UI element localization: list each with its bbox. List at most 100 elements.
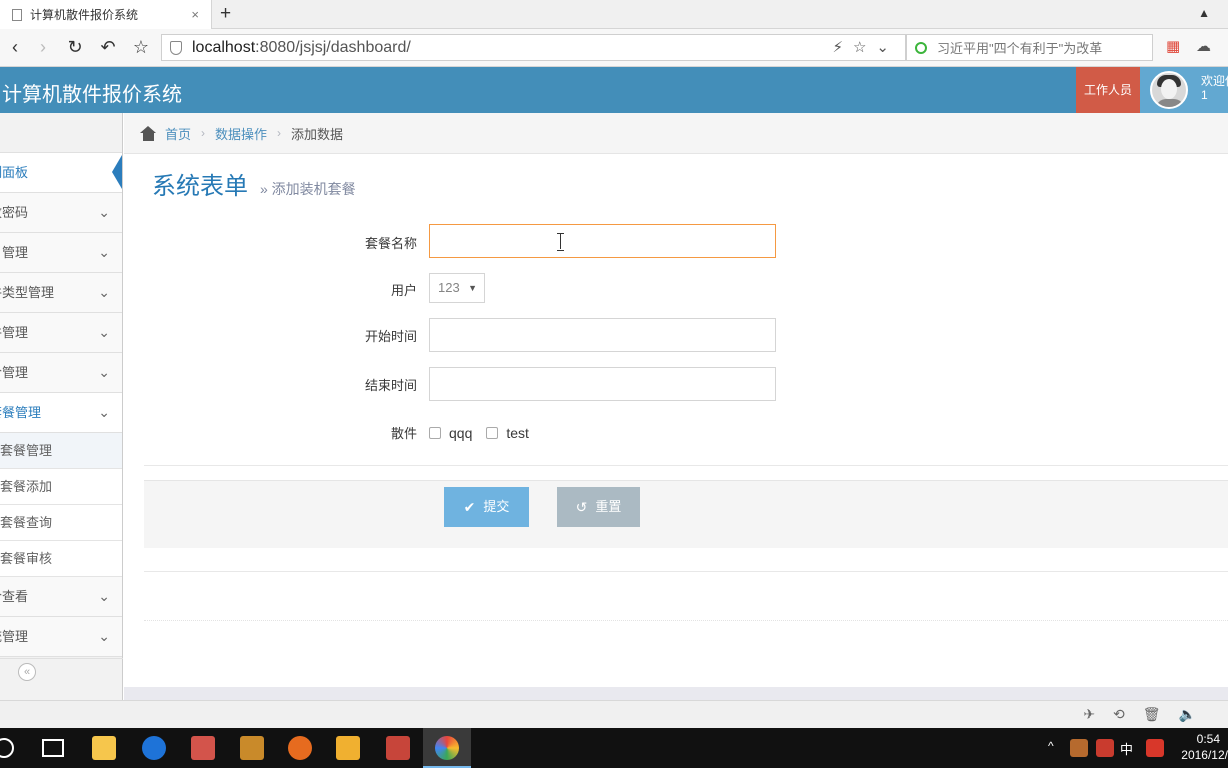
tray-expand-icon[interactable]: ^	[1048, 739, 1054, 753]
user-label: 用户	[390, 283, 417, 298]
form-actions: ✔ 提交 ↺ 重置	[144, 480, 1228, 548]
chevron-down-icon: ⌄	[98, 204, 110, 220]
page-title: 系统表单	[152, 173, 248, 200]
sidebar-item-label: 控制面板	[0, 165, 29, 180]
start-time-label: 开始时间	[364, 329, 417, 344]
welcome-text: 欢迎你 1	[1201, 74, 1228, 102]
ime-indicator[interactable]: 中	[1120, 739, 1133, 758]
chevron-down-icon: ⌄	[98, 404, 110, 420]
breadcrumb-section[interactable]: 数据操作	[215, 124, 267, 143]
forward-icon[interactable]: ›	[32, 36, 54, 58]
address-bar[interactable]: localhost:8080/jsjsj/dashboard/ ⚡☆⌄	[161, 34, 906, 61]
browser-nav-bar: ‹ › ↻ ↶ ☆ localhost:8080/jsjsj/dashboard…	[0, 29, 1228, 67]
app-title[interactable]: 计算机散件报价系统	[2, 78, 182, 107]
sidebar-item-label: 报价查看	[0, 589, 29, 604]
part-option-test[interactable]: test	[486, 425, 529, 441]
sidebar-item-packages[interactable]: 装机套餐管理 ⌄	[0, 393, 122, 433]
search-app-icon[interactable]	[336, 736, 360, 760]
chevron-down-icon: ⌄	[98, 628, 110, 644]
pin-icon[interactable]: ▲	[1198, 6, 1210, 20]
sidebar-subitem-label: 装机套餐审核	[0, 551, 53, 566]
sidebar-shortcuts	[0, 113, 122, 153]
tray-icon[interactable]	[1096, 739, 1114, 757]
part-option-label: qqq	[449, 425, 473, 441]
undo-icon[interactable]: ↶	[97, 36, 119, 58]
firefox-icon[interactable]	[288, 736, 312, 760]
new-tab-button[interactable]: +	[220, 3, 231, 25]
package-name-input[interactable]	[429, 224, 776, 258]
shield-icon	[170, 40, 182, 55]
app-icon[interactable]	[191, 736, 215, 760]
sidebar-subitem-package-review[interactable]: 装机套餐审核	[0, 541, 122, 577]
edge-icon[interactable]	[142, 736, 166, 760]
task-view-icon[interactable]	[42, 739, 64, 757]
user-select[interactable]: 123 ▼	[429, 273, 485, 303]
sidebar-subitem-label: 装机套餐查询	[0, 515, 53, 530]
url-host: localhost	[192, 38, 256, 56]
end-time-label: 结束时间	[364, 378, 417, 393]
chevron-down-icon: ⌄	[98, 588, 110, 604]
breadcrumb-separator: ›	[277, 126, 282, 140]
bookmark-star-icon[interactable]: ☆	[130, 36, 152, 58]
sidebar-item-password[interactable]: 修改密码 ⌄	[0, 193, 122, 233]
back-icon[interactable]: ‹	[4, 36, 26, 58]
apps-grid-icon[interactable]: ▦	[1166, 37, 1180, 55]
role-button[interactable]: 工作人员	[1076, 67, 1140, 113]
name-label: 套餐名称	[364, 236, 417, 251]
chevron-down-icon: ⌄	[98, 324, 110, 340]
reload-icon[interactable]: ↻	[64, 36, 86, 58]
collapse-icon[interactable]: «	[18, 663, 36, 681]
cortana-icon[interactable]	[0, 738, 14, 758]
sidebar-item-quote-view[interactable]: 报价查看 ⌄	[0, 577, 122, 617]
sogou-icon[interactable]	[1146, 739, 1164, 757]
sidebar-item-system[interactable]: 系统管理 ⌄	[0, 617, 122, 657]
user-menu[interactable]: 欢迎你 1	[1140, 67, 1228, 113]
system-clock[interactable]: 0:54 2016/12/	[1172, 731, 1228, 763]
cloud-icon[interactable]: ☁	[1196, 37, 1211, 55]
breadcrumb-separator: ›	[201, 126, 206, 140]
address-actions-icon[interactable]: ⚡☆⌄	[832, 38, 899, 56]
chrome-like-icon	[435, 736, 459, 760]
part-option-qqq[interactable]: qqq	[429, 425, 472, 441]
sidebar-item-label: 报价管理	[0, 365, 29, 380]
sidebar-subitem-package-manage[interactable]: 装机套餐管理	[0, 433, 122, 469]
main-content: 系统表单 » 添加装机套餐 套餐名称 用户 123 ▼ 开始时间 结束时间 散件…	[124, 154, 1228, 700]
browser-status-bar: ✈⟲🗑🔈	[0, 700, 1228, 728]
checkbox[interactable]	[429, 427, 441, 439]
browser-tab[interactable]: 计算机散件报价系统 ×	[0, 0, 212, 29]
reset-button[interactable]: ↺ 重置	[557, 487, 640, 527]
status-bar-icons[interactable]: ✈⟲🗑🔈	[1083, 706, 1214, 723]
check-icon: ✔	[463, 499, 476, 515]
start-time-input[interactable]	[429, 318, 776, 352]
submit-button[interactable]: ✔ 提交	[444, 487, 529, 527]
dropdown-arrow-icon: ▼	[468, 283, 477, 293]
home-icon	[140, 125, 157, 141]
checkbox[interactable]	[486, 427, 499, 439]
search-engine-icon	[915, 41, 927, 54]
undo-icon: ↺	[575, 499, 588, 515]
sidebar-subitem-label: 装机套餐添加	[0, 479, 53, 494]
sidebar-item-quotes[interactable]: 报价管理 ⌄	[0, 353, 122, 393]
search-box[interactable]: 习近平用"四个有利于"为改革	[906, 34, 1153, 61]
sidebar-item-label: 装机套餐管理	[0, 405, 42, 420]
breadcrumb-home[interactable]: 首页	[165, 124, 191, 143]
sidebar-subitem-package-query[interactable]: 装机套餐查询	[0, 505, 122, 541]
divider	[144, 571, 1228, 572]
chevron-down-icon: ⌄	[98, 284, 110, 300]
file-explorer-icon[interactable]	[92, 736, 116, 760]
sidebar-item-parts[interactable]: 散件管理 ⌄	[0, 313, 122, 353]
end-time-input[interactable]	[429, 367, 776, 401]
notebook-icon[interactable]	[240, 736, 264, 760]
sidebar-subitem-package-add[interactable]: 装机套餐添加	[0, 469, 122, 505]
chevron-down-icon: ⌄	[98, 364, 110, 380]
chevron-down-icon: ⌄	[98, 244, 110, 260]
taskbar-active-app[interactable]	[423, 728, 471, 768]
sidebar-item-users[interactable]: 用户管理 ⌄	[0, 233, 122, 273]
sidebar-item-dashboard[interactable]: 控制面板	[0, 153, 122, 193]
app-header: 计算机散件报价系统 工作人员 欢迎你 1	[0, 67, 1228, 113]
parts-checkbox-group: qqq test	[429, 425, 543, 441]
sidebar-item-part-types[interactable]: 散件类型管理 ⌄	[0, 273, 122, 313]
tray-icon[interactable]	[1070, 739, 1088, 757]
tab-close-icon[interactable]: ×	[191, 7, 199, 22]
app-icon[interactable]	[386, 736, 410, 760]
